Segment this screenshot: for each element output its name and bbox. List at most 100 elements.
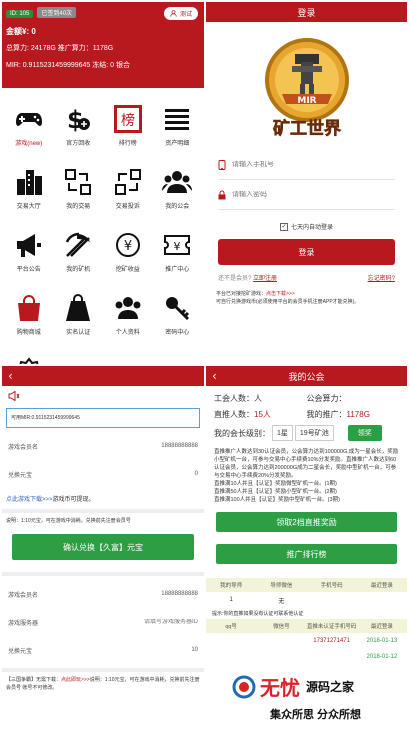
claim-reward-button[interactable]: 领取2档直推奖励	[216, 512, 397, 532]
exchange-label: 兑换元宝	[8, 472, 33, 479]
exchange-amount[interactable]: 0	[195, 471, 198, 477]
auto-login-checkbox[interactable]: ✓	[279, 222, 288, 231]
register-link[interactable]: 立即注册	[253, 276, 277, 282]
people-icon	[115, 297, 141, 319]
speaker-icon	[2, 386, 204, 408]
menu-item-assets[interactable]: 资产明细	[153, 94, 203, 153]
menu-item-password[interactable]: 密码中心	[153, 283, 203, 342]
menu-label: 密码中心	[165, 330, 190, 336]
download-link[interactable]: 点击下载>>>	[266, 291, 295, 297]
menu-item-ranking[interactable]: 榜 排行榜	[103, 94, 153, 153]
cell: 2018-01-12	[366, 654, 398, 660]
game-download-link[interactable]: 点此游戏下载>>>	[6, 497, 53, 503]
exchange-arrows-icon	[65, 169, 92, 195]
exchange-panel: ‹ 可用MIR:0.9115231459999645 游戏会员名 18888888…	[2, 366, 204, 728]
table-row: 1无	[206, 592, 407, 608]
menu-item-recycle[interactable]: $ 官方回收	[54, 94, 104, 153]
menu-item-profile[interactable]: 个人资料	[103, 283, 153, 342]
confirm-exchange-button[interactable]: 确认兑换【久富】元宝	[12, 534, 194, 560]
menu-label: 挖矿收益	[115, 267, 140, 273]
complaint-arrows-icon	[114, 169, 141, 195]
claim-level-button[interactable]: 领奖	[347, 425, 382, 441]
phone-input[interactable]	[232, 161, 382, 168]
account-value: 18888888888	[161, 591, 198, 597]
promo-value: 1178G	[346, 409, 370, 419]
power-label: 公会算力：	[306, 393, 347, 403]
promo-label: 我的推广：	[306, 409, 347, 419]
account-label: 游戏会员名	[8, 592, 39, 599]
cell: 1	[229, 597, 233, 603]
menu-label: 我的交易	[66, 204, 91, 210]
promo-stats-row: 直推人数：15人 我的推广：1178G	[206, 406, 407, 422]
divider	[2, 572, 204, 576]
col-header: qq号	[225, 624, 237, 630]
menu-item-guild[interactable]: 我的公会	[153, 157, 203, 216]
menu-item-settings[interactable]	[4, 346, 54, 364]
desc-item: 直推满50人并且【认证】奖励小型矿机一台。(2期)	[214, 489, 337, 495]
watermark-site: 源码之家	[306, 680, 355, 694]
auto-login-label: 七天内自动登录	[290, 225, 333, 231]
test-button[interactable]: 测试	[163, 7, 198, 20]
members-value: 人	[254, 393, 262, 403]
checkin-badge: 已签到40次	[37, 7, 77, 18]
cell: 2018-01-13	[366, 638, 398, 644]
promo-ranking-button[interactable]: 推广排行榜	[216, 544, 397, 564]
downline-table-header: qq号 微信号 直推未认证手机号码 最近登录	[206, 619, 407, 633]
server-input[interactable]	[98, 619, 198, 625]
phone-row	[218, 150, 395, 180]
menu-item-market[interactable]: 交易大厅	[4, 157, 54, 216]
download-row: 点此游戏下载>>>游戏币可提现。	[2, 494, 204, 503]
menu-item-mall[interactable]: 购物商城	[4, 283, 54, 342]
menu-label: 个人资料	[115, 330, 140, 336]
user-icon	[170, 10, 177, 17]
login-button[interactable]: 登录	[218, 239, 395, 265]
svg-text:榜: 榜	[121, 112, 135, 129]
balance-amount: 金额¥: 0	[6, 27, 36, 36]
list-lines-icon	[165, 109, 190, 130]
menu-item-mining-income[interactable]: ¥ 挖矿收益	[103, 220, 153, 279]
table-row: 2018-01-12	[206, 649, 407, 665]
buildings-icon	[16, 170, 42, 195]
login-panel: 登录 MIR 矿工世界 ✓ 七天内自动登录 登录 还不是会员? 立即注册 忘记密…	[206, 2, 407, 364]
back-icon[interactable]: ‹	[212, 370, 217, 382]
divider	[2, 509, 204, 513]
auto-login-row[interactable]: ✓ 七天内自动登录	[206, 222, 407, 231]
level-machine: 19号矿池	[294, 425, 334, 441]
col-header: 手机号码	[320, 583, 343, 589]
menu-label: 我的公会	[165, 204, 190, 210]
site-watermark: 无忧 源码之家	[232, 672, 354, 701]
desc-item: 直推满10人并且【认证】奖励微型矿机一台。(1期)	[214, 481, 337, 487]
exchange-amount-row[interactable]: 兑换元宝 0	[2, 460, 204, 488]
settings-gear-icon	[19, 357, 39, 364]
lock-icon	[218, 190, 226, 199]
menu-label: 交易大厅	[16, 204, 41, 210]
note-rest: 可自行兑换游戏币(必须使用平台的会员手机注册APP才能兑换)。	[216, 299, 360, 305]
play-now-link[interactable]: 点此即玩>>>	[61, 677, 90, 683]
menu-item-promotion[interactable]: ¥ 推广中心	[153, 220, 203, 279]
yen-coin-icon: ¥	[115, 233, 140, 257]
menu-item-verify[interactable]: 实名认证	[54, 283, 104, 342]
menu-item-my-trade[interactable]: 我的交易	[54, 157, 104, 216]
menu-item-complaint[interactable]: 交易投诉	[103, 157, 153, 216]
menu-item-announcement[interactable]: 平台公告	[4, 220, 54, 279]
phone-icon	[218, 159, 226, 170]
account-row-2: 游戏会员名 18888888888	[2, 580, 204, 608]
gamepad-icon	[15, 113, 42, 126]
menu-item-my-miner[interactable]: 我的矿机	[54, 220, 104, 279]
col-header: 导师微信	[270, 583, 293, 589]
back-icon[interactable]: ‹	[8, 370, 13, 382]
menu-label: 购物商城	[16, 330, 41, 336]
exchange-amount[interactable]: 10	[191, 647, 198, 653]
login-links: 还不是会员? 立即注册 忘记密码?	[218, 273, 395, 282]
forgot-password-link[interactable]: 忘记密码?	[368, 273, 395, 282]
menu-label: 推广中心	[165, 267, 190, 273]
menu-label: 排行榜	[118, 141, 137, 147]
level-row: 我的会长级别： 1星 19号矿池 领奖	[206, 422, 407, 444]
note-prefix: 【三国争霸】无需下载：	[6, 677, 62, 683]
ranking-badge-icon: 榜	[113, 105, 142, 133]
menu-item-game[interactable]: 游戏(new)	[4, 94, 54, 153]
password-input[interactable]	[232, 191, 382, 198]
exchange-amount-row-2[interactable]: 兑换元宝 10	[2, 636, 204, 664]
user-id-badge: ID: 105	[6, 10, 34, 18]
level-label: 我的会长级别：	[214, 428, 270, 438]
